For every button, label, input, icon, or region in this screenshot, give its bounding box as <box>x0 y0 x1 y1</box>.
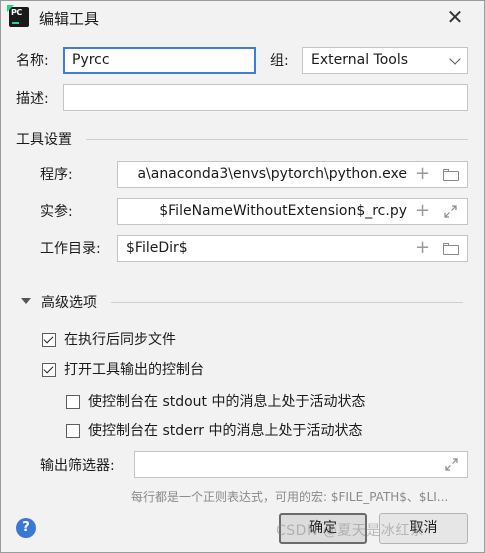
program-value: a\anaconda3\envs\pytorch\python.exe <box>137 166 407 182</box>
stdout-active-label[interactable]: 使控制台在 stdout 中的消息上处于活动状态 <box>88 393 366 411</box>
watermark: CSDN @夏天是冰红茶 <box>276 523 425 539</box>
section-divider <box>86 139 468 140</box>
arguments-value: $FileNameWithoutExtension$_rc.py <box>159 203 407 219</box>
chevron-down-icon <box>449 53 461 65</box>
open-console-label[interactable]: 打开工具输出的控制台 <box>64 361 204 379</box>
dialog-title: 编辑工具 <box>39 10 100 28</box>
arguments-input[interactable]: $FileNameWithoutExtension$_rc.py + <box>117 198 468 225</box>
close-icon[interactable]: ✕ <box>442 4 468 30</box>
stderr-active-checkbox[interactable] <box>66 424 80 438</box>
sync-files-checkbox[interactable] <box>42 333 56 347</box>
name-input[interactable]: Pyrcc <box>63 47 256 74</box>
group-select-value: External Tools <box>311 52 409 68</box>
name-label: 名称: <box>16 53 49 69</box>
working-directory-input[interactable]: $FileDir$ + <box>117 235 468 262</box>
help-icon[interactable]: ? <box>16 518 36 538</box>
description-input[interactable] <box>63 84 468 111</box>
output-filters-input[interactable] <box>134 451 468 478</box>
sync-files-label[interactable]: 在执行后同步文件 <box>64 331 176 349</box>
stderr-active-label[interactable]: 使控制台在 stderr 中的消息上处于活动状态 <box>88 422 362 440</box>
working-directory-value: $FileDir$ <box>126 240 188 256</box>
stdout-active-checkbox[interactable] <box>66 395 80 409</box>
insert-macro-icon[interactable]: + <box>415 165 430 183</box>
insert-macro-icon[interactable]: + <box>415 239 430 257</box>
program-label: 程序: <box>40 167 73 183</box>
expand-icon[interactable] <box>444 205 457 218</box>
insert-macro-icon[interactable]: + <box>415 202 430 220</box>
group-select[interactable]: External Tools <box>302 47 468 74</box>
working-directory-label: 工作目录: <box>40 241 101 257</box>
folder-icon[interactable] <box>443 169 460 181</box>
expand-icon[interactable] <box>445 458 458 471</box>
collapse-triangle-icon[interactable] <box>21 298 31 304</box>
output-filters-label: 输出筛选器: <box>40 458 115 474</box>
open-console-checkbox[interactable] <box>42 363 56 377</box>
arguments-label: 实参: <box>40 204 73 220</box>
description-label: 描述: <box>16 91 49 107</box>
advanced-options-header[interactable]: 高级选项 <box>41 292 97 312</box>
group-label: 组: <box>270 53 289 69</box>
pycharm-app-icon: PC <box>7 5 29 27</box>
folder-icon[interactable] <box>443 243 460 255</box>
section-divider <box>111 302 463 303</box>
tool-settings-header: 工具设置 <box>16 132 72 148</box>
program-input[interactable]: a\anaconda3\envs\pytorch\python.exe + <box>117 161 468 188</box>
output-filters-hint: 每行都是一个正则表达式，可用的宏: $FILE_PATH$、$LI... <box>131 490 449 504</box>
